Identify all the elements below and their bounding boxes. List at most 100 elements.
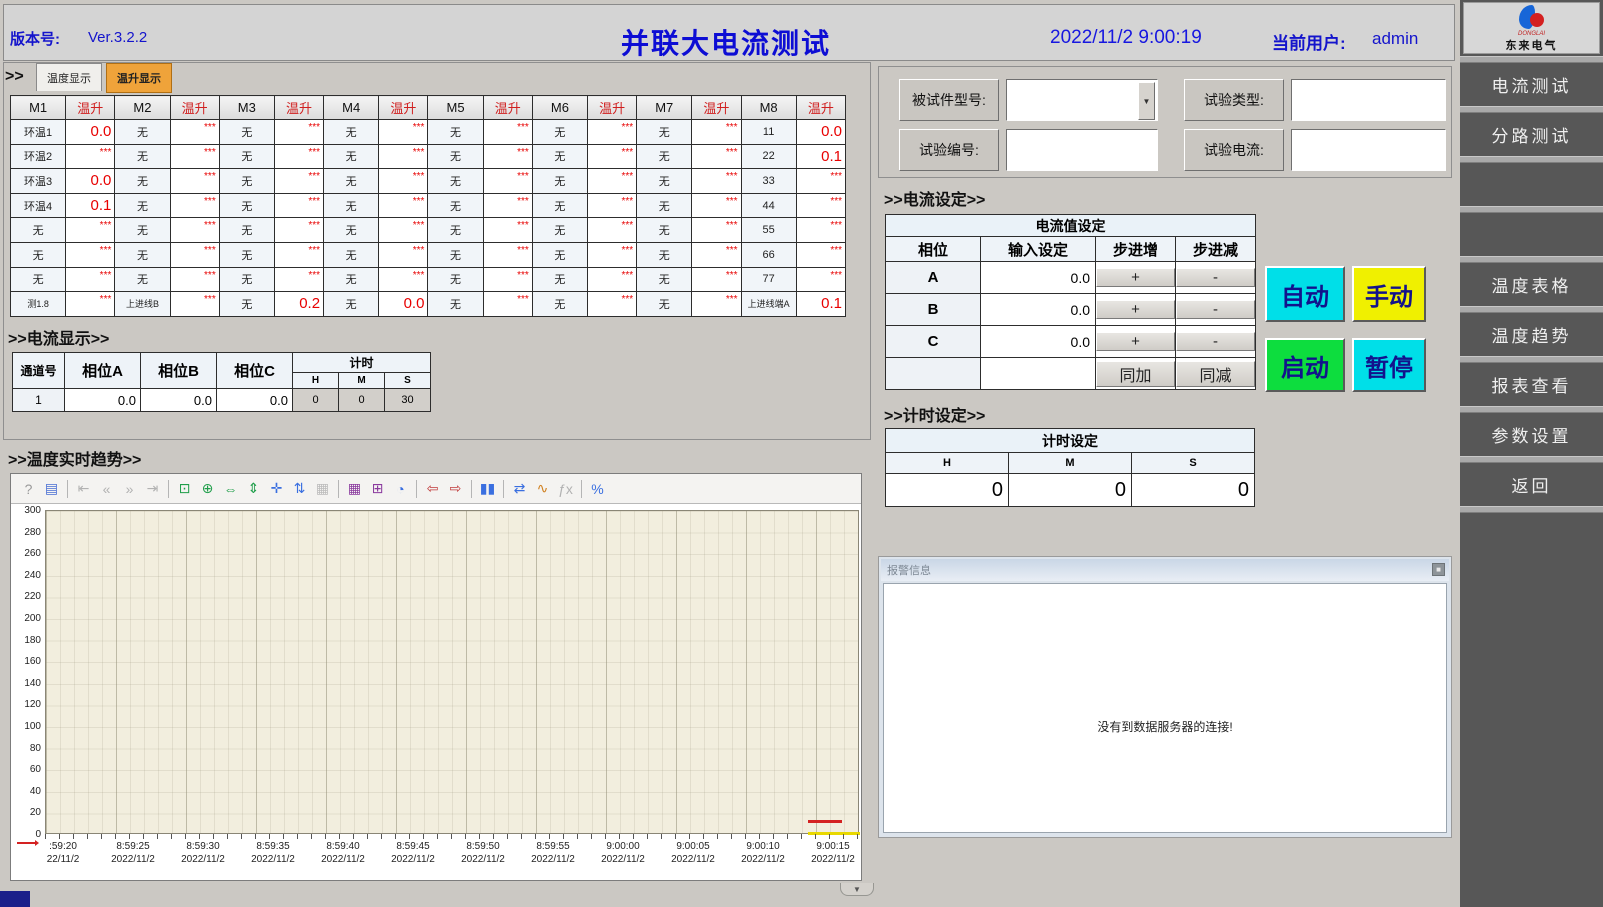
set-col-1: 输入设定 (981, 237, 1096, 262)
tab-temp-rise-display[interactable]: 温升显示 (106, 63, 172, 93)
timer-set-S-input[interactable]: 0 (1132, 474, 1255, 507)
point-label: 无 (637, 292, 692, 317)
sidebar-item-2-blank[interactable] (1460, 163, 1603, 206)
grid-icon[interactable]: ▦ (312, 478, 333, 499)
set-input-empty (981, 358, 1096, 390)
rise-value: 0.0 (796, 120, 845, 145)
phase-B-step-minus-button[interactable]: - (1176, 300, 1255, 319)
rise-value: *** (587, 120, 636, 145)
sidebar-item-7-参数设置[interactable]: 参数设置 (1460, 413, 1603, 456)
channels-icon[interactable]: ▦ (344, 478, 365, 499)
export-icon[interactable]: ▤ (41, 478, 62, 499)
rise-value: *** (483, 169, 532, 194)
pan-icon[interactable]: ✛ (266, 478, 287, 499)
sidebar-item-6-报表查看[interactable]: 报表查看 (1460, 363, 1603, 406)
device-model-combobox[interactable]: ▼ (1006, 79, 1158, 121)
rise-value: *** (66, 144, 115, 169)
chart-plot-area[interactable] (45, 510, 859, 834)
temp-rise-table: M1温升M2温升M3温升M4温升M5温升M6温升M7温升M8温升环温10.0无*… (10, 95, 846, 317)
timer-set-M-input[interactable]: 0 (1009, 474, 1132, 507)
test-type-input[interactable] (1291, 79, 1446, 121)
point-label: 环温2 (11, 144, 66, 169)
manual-button[interactable]: 手动 (1352, 266, 1426, 322)
point-label: 无 (115, 218, 170, 243)
phase-C-step-minus-button[interactable]: - (1176, 332, 1255, 351)
x-tick-label: 8:59:552022/11/2 (518, 840, 588, 866)
pause-button[interactable]: 暂停 (1352, 338, 1426, 392)
point-label: 55 (741, 218, 796, 243)
phase-C-step-plus-button[interactable]: + (1096, 332, 1175, 351)
rise-value: *** (796, 242, 845, 267)
test-number-input[interactable] (1006, 129, 1158, 171)
col-phase-a: 相位A (65, 353, 141, 389)
x-tick-label: 9:00:152022/11/2 (798, 840, 862, 866)
phase-A-step-minus-button[interactable]: - (1176, 268, 1255, 287)
timer-col-H: H (886, 453, 1009, 474)
point-label: 无 (532, 267, 587, 292)
y-tick-label: 120 (13, 699, 41, 710)
rewind-icon[interactable]: « (96, 478, 117, 499)
sidebar-item-3-blank[interactable] (1460, 213, 1603, 256)
clock-icon[interactable]: ◔ (390, 478, 411, 499)
zoom-horizontal-icon[interactable]: ⇔ (220, 478, 241, 499)
point-label: 77 (741, 267, 796, 292)
test-current-input[interactable] (1291, 129, 1446, 171)
axis-scale-icon[interactable]: ⇅ (289, 478, 310, 499)
phase-B-step-plus-button[interactable]: + (1096, 300, 1175, 319)
tab-temperature-display[interactable]: 温度显示 (36, 63, 102, 91)
phase-C-set-input[interactable]: 0.0 (981, 326, 1096, 358)
rise-value: *** (587, 193, 636, 218)
forward-icon[interactable]: » (119, 478, 140, 499)
scroll-left-icon[interactable]: ⇦ (422, 478, 443, 499)
col-M4-rise: 温升 (379, 96, 428, 120)
point-label: 环温1 (11, 120, 66, 145)
table-row: 测1.8***上进线B***无0.2无0.0无***无***无***上进线端A0… (11, 292, 846, 317)
phase-A-set-input[interactable]: 0.0 (981, 262, 1096, 294)
first-icon[interactable]: ⇤ (73, 478, 94, 499)
point-label: 无 (219, 218, 274, 243)
sidebar-item-0-电流测试[interactable]: 电流测试 (1460, 63, 1603, 106)
sidebar-item-4-温度表格[interactable]: 温度表格 (1460, 263, 1603, 306)
point-label: 无 (219, 193, 274, 218)
sidebar-item-8-返回[interactable]: 返回 (1460, 463, 1603, 506)
rise-value: 0.0 (66, 120, 115, 145)
phase-A-step-plus-button[interactable]: + (1096, 268, 1175, 287)
combo-dropdown-arrow[interactable]: ▼ (1138, 82, 1155, 120)
timer-set-table: 计时设定HMS000 (885, 428, 1255, 507)
percent-icon[interactable]: % (587, 478, 608, 499)
chart-collapse-handle[interactable]: ▼ (840, 883, 874, 896)
rise-value: 0.0 (66, 169, 115, 194)
all-minus-button[interactable]: 同减 (1176, 361, 1255, 387)
phase-B-set-input[interactable]: 0.0 (981, 294, 1096, 326)
test-info-panel: 被试件型号: ▼ 试验类型: 试验编号: 试验电流: (878, 66, 1452, 178)
scroll-right-icon[interactable]: ⇨ (445, 478, 466, 499)
x-tick-label: 8:59:252022/11/2 (98, 840, 168, 866)
datetime-display: 2022/11/2 9:00:19 (1050, 27, 1202, 49)
transfer-icon[interactable]: ⇄ (509, 478, 530, 499)
auto-button[interactable]: 自动 (1265, 266, 1345, 322)
alarm-close-icon[interactable]: ■ (1432, 563, 1445, 576)
start-button[interactable]: 启动 (1265, 338, 1345, 392)
col-timer: 计时 (293, 353, 431, 373)
add-channel-icon[interactable]: ⊞ (367, 478, 388, 499)
table-row: 环温10.0无***无***无***无***无***无***110.0 (11, 120, 846, 145)
last-icon[interactable]: ⇥ (142, 478, 163, 499)
help-icon[interactable]: ? (18, 478, 39, 499)
brackets-icon[interactable]: ∿ (532, 478, 553, 499)
phase-set-row: C0.0+- (886, 326, 1256, 358)
point-label: 无 (428, 242, 483, 267)
sidebar-item-5-温度趋势[interactable]: 温度趋势 (1460, 313, 1603, 356)
timer-set-H-input[interactable]: 0 (886, 474, 1009, 507)
sidebar-item-9-blank[interactable] (1460, 513, 1603, 556)
zoom-in-icon[interactable]: ⊕ (197, 478, 218, 499)
zoom-vertical-icon[interactable]: ⇕ (243, 478, 264, 499)
fx-icon[interactable]: ƒx (555, 478, 576, 499)
all-plus-button[interactable]: 同加 (1096, 361, 1175, 387)
sidebar-item-1-分路测试[interactable]: 分路测试 (1460, 113, 1603, 156)
pause-icon[interactable]: ▮▮ (477, 478, 498, 499)
bottom-left-scroll-corner (0, 891, 30, 907)
temp-rise-table-wrap: M1温升M2温升M3温升M4温升M5温升M6温升M7温升M8温升环温10.0无*… (10, 95, 846, 316)
x-tick-label: 8:59:402022/11/2 (308, 840, 378, 866)
col-channel: 通道号 (13, 353, 65, 389)
zoom-box-icon[interactable]: ⊡ (174, 478, 195, 499)
